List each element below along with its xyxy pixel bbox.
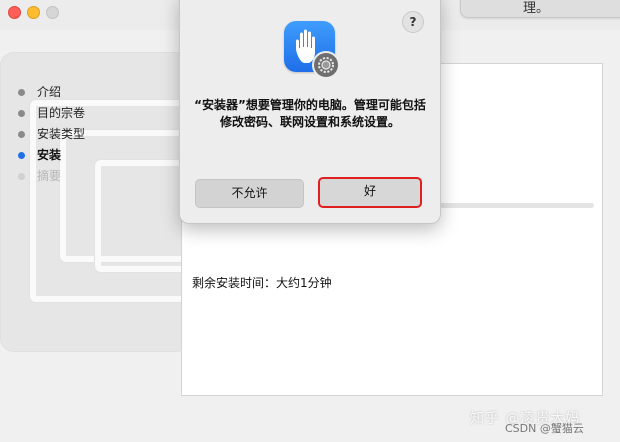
- step-label: 目的宗卷: [37, 106, 86, 120]
- step-install-type: 安装类型: [18, 124, 85, 145]
- step-destination: 目的宗卷: [18, 103, 85, 124]
- step-bullet: [18, 131, 25, 138]
- step-summary: 摘要: [18, 166, 85, 187]
- step-bullet: [18, 173, 25, 180]
- close-window-button[interactable]: [8, 6, 21, 19]
- step-label: 安装: [37, 148, 62, 162]
- step-intro: 介绍: [18, 82, 85, 103]
- step-list: 介绍 目的宗卷 安装类型 安装 摘要: [18, 82, 85, 187]
- step-bullet: [18, 110, 25, 117]
- installer-window: 理。 介绍 目的宗卷 安装类型 安装 摘要 剩余安装时间：大约1分钟 知乎 @凌…: [0, 0, 620, 442]
- ok-button[interactable]: 好: [318, 177, 422, 208]
- minimize-window-button[interactable]: [27, 6, 40, 19]
- dialog-message: “安装器”想要管理你的电脑。管理可能包括修改密码、联网设置和系统设置。: [194, 98, 426, 129]
- step-label: 介绍: [37, 85, 62, 99]
- step-bullet: [18, 89, 25, 96]
- background-button[interactable]: 理。: [460, 0, 620, 18]
- step-bullet-active: [18, 152, 25, 159]
- remaining-time-text: 剩余安装时间：大约1分钟: [192, 276, 332, 290]
- background-button-label: 理。: [523, 1, 550, 16]
- permission-dialog: ? “安装器”想要管理你的电脑。管理可能包括修改密码、联网设置和系统设置。 不允…: [179, 0, 441, 224]
- zoom-window-button[interactable]: [46, 6, 59, 19]
- step-label: 摘要: [37, 169, 62, 183]
- help-button[interactable]: ?: [402, 11, 424, 33]
- deny-button[interactable]: 不允许: [195, 179, 304, 208]
- watermark-csdn: CSDN @蟹猫云: [505, 422, 584, 435]
- step-label: 安装类型: [37, 127, 86, 141]
- step-install: 安装: [18, 145, 85, 166]
- gear-icon: [312, 51, 340, 79]
